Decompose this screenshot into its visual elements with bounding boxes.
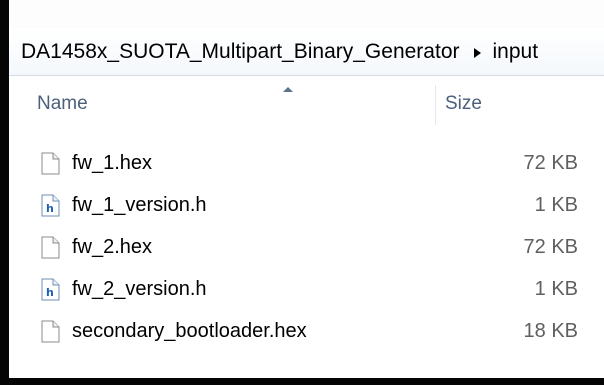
file-name[interactable]: fw_1_version.h: [72, 194, 207, 217]
svg-text:h: h: [46, 286, 54, 299]
file-row[interactable]: h fw_2_version.h 1 KB: [9, 276, 604, 318]
file-size: 1 KB: [534, 194, 578, 216]
blank-file-icon: [41, 236, 60, 259]
header-file-icon: h: [41, 194, 60, 217]
column-divider[interactable]: [435, 85, 436, 125]
address-bar[interactable]: DA1458x_SUOTA_Multipart_Binary_Generator…: [9, 28, 604, 76]
column-header-name[interactable]: Name: [37, 93, 88, 115]
file-name[interactable]: fw_2_version.h: [72, 278, 207, 301]
svg-text:h: h: [46, 202, 54, 215]
blank-file-icon: [41, 320, 60, 343]
file-name[interactable]: fw_1.hex: [72, 152, 152, 175]
file-size: 72 KB: [523, 236, 578, 258]
file-row[interactable]: fw_2.hex 72 KB: [9, 234, 604, 276]
file-list: fw_1.hex 72 KB h fw_1_version.h 1 KB fw_…: [9, 150, 604, 360]
window-top-strip: [9, 0, 604, 29]
breadcrumb-subfolder[interactable]: input: [493, 40, 539, 64]
blank-file-icon: [41, 152, 60, 175]
file-size: 18 KB: [523, 320, 578, 342]
file-row[interactable]: secondary_bootloader.hex 18 KB: [9, 318, 604, 360]
file-size: 1 KB: [534, 278, 578, 300]
file-name[interactable]: fw_2.hex: [72, 236, 152, 259]
column-header-size[interactable]: Size: [445, 93, 482, 115]
header-file-icon: h: [41, 278, 60, 301]
breadcrumb-folder[interactable]: DA1458x_SUOTA_Multipart_Binary_Generator: [21, 40, 460, 64]
breadcrumb-arrow-icon[interactable]: [473, 47, 481, 58]
file-row[interactable]: h fw_1_version.h 1 KB: [9, 192, 604, 234]
file-row[interactable]: fw_1.hex 72 KB: [9, 150, 604, 192]
file-name[interactable]: secondary_bootloader.hex: [72, 320, 307, 343]
column-header-row: Name Size: [9, 85, 604, 127]
sort-ascending-icon: [283, 87, 293, 92]
file-size: 72 KB: [523, 152, 578, 174]
